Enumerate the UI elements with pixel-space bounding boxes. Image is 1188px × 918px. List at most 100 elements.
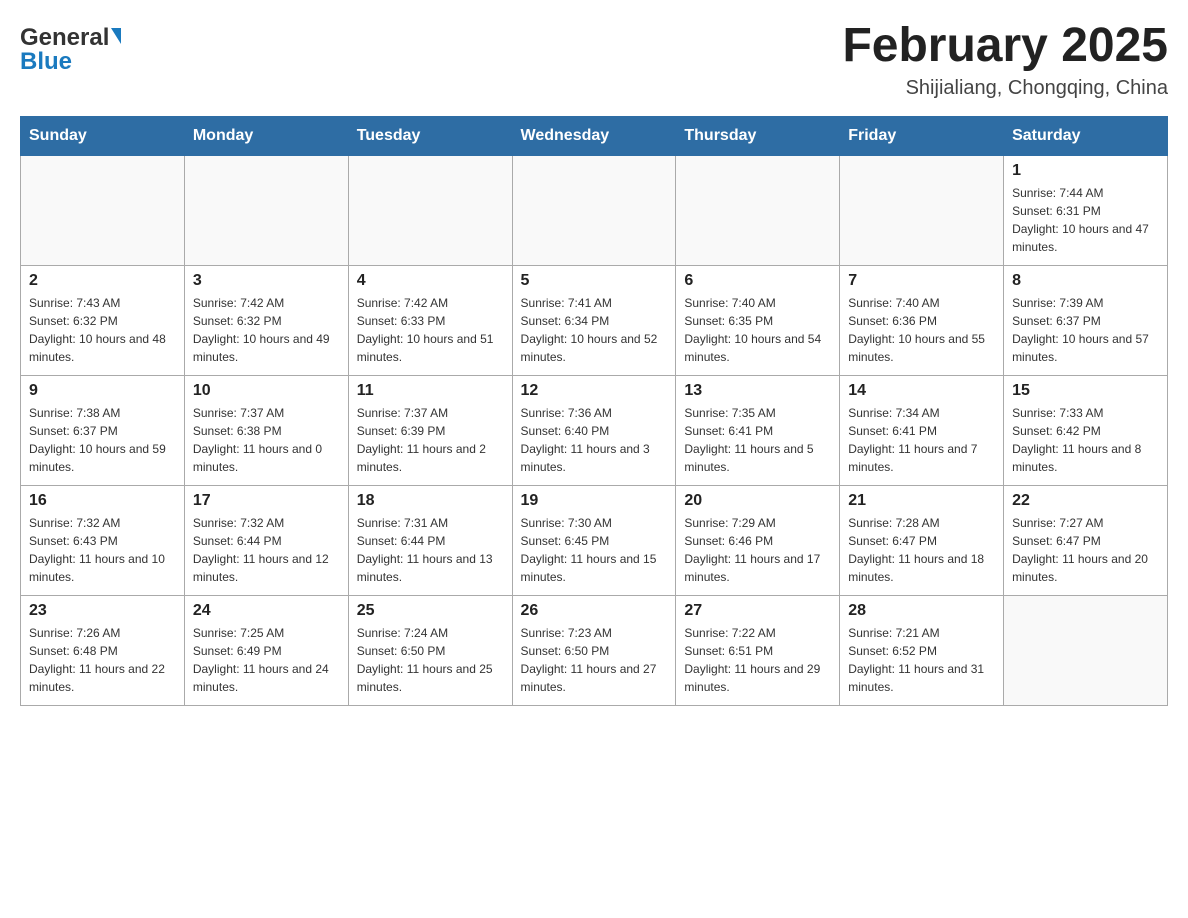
table-row: 15 Sunrise: 7:33 AMSunset: 6:42 PMDayligh… [1004, 375, 1168, 485]
table-row: 5 Sunrise: 7:41 AMSunset: 6:34 PMDaylight… [512, 265, 676, 375]
day-info: Sunrise: 7:39 AMSunset: 6:37 PMDaylight:… [1012, 294, 1159, 366]
day-info: Sunrise: 7:25 AMSunset: 6:49 PMDaylight:… [193, 624, 340, 696]
day-number: 22 [1012, 492, 1159, 510]
day-info: Sunrise: 7:35 AMSunset: 6:41 PMDaylight:… [684, 404, 831, 476]
day-number: 10 [193, 382, 340, 400]
day-number: 27 [684, 602, 831, 620]
day-number: 19 [521, 492, 668, 510]
day-info: Sunrise: 7:43 AMSunset: 6:32 PMDaylight:… [29, 294, 176, 366]
day-number: 3 [193, 272, 340, 290]
calendar-week-row: 9 Sunrise: 7:38 AMSunset: 6:37 PMDaylight… [21, 375, 1168, 485]
day-info: Sunrise: 7:40 AMSunset: 6:36 PMDaylight:… [848, 294, 995, 366]
calendar-week-row: 2 Sunrise: 7:43 AMSunset: 6:32 PMDaylight… [21, 265, 1168, 375]
title-block: February 2025 Shijialiang, Chongqing, Ch… [842, 20, 1168, 100]
day-info: Sunrise: 7:24 AMSunset: 6:50 PMDaylight:… [357, 624, 504, 696]
day-info: Sunrise: 7:38 AMSunset: 6:37 PMDaylight:… [29, 404, 176, 476]
table-row [840, 155, 1004, 265]
day-info: Sunrise: 7:32 AMSunset: 6:44 PMDaylight:… [193, 514, 340, 586]
weekday-header-row: Sunday Monday Tuesday Wednesday Thursday… [21, 116, 1168, 155]
table-row: 2 Sunrise: 7:43 AMSunset: 6:32 PMDaylight… [21, 265, 185, 375]
day-number: 4 [357, 272, 504, 290]
table-row: 24 Sunrise: 7:25 AMSunset: 6:49 PMDayligh… [184, 595, 348, 705]
calendar-week-row: 16 Sunrise: 7:32 AMSunset: 6:43 PMDayligh… [21, 485, 1168, 595]
table-row: 9 Sunrise: 7:38 AMSunset: 6:37 PMDaylight… [21, 375, 185, 485]
day-info: Sunrise: 7:42 AMSunset: 6:33 PMDaylight:… [357, 294, 504, 366]
page-header: General Blue February 2025 Shijialiang, … [20, 20, 1168, 100]
day-number: 2 [29, 272, 176, 290]
day-info: Sunrise: 7:31 AMSunset: 6:44 PMDaylight:… [357, 514, 504, 586]
table-row [1004, 595, 1168, 705]
table-row: 6 Sunrise: 7:40 AMSunset: 6:35 PMDaylight… [676, 265, 840, 375]
day-number: 20 [684, 492, 831, 510]
table-row: 25 Sunrise: 7:24 AMSunset: 6:50 PMDayligh… [348, 595, 512, 705]
table-row: 18 Sunrise: 7:31 AMSunset: 6:44 PMDayligh… [348, 485, 512, 595]
table-row: 1Sunrise: 7:44 AMSunset: 6:31 PMDaylight… [1004, 155, 1168, 265]
day-info: Sunrise: 7:41 AMSunset: 6:34 PMDaylight:… [521, 294, 668, 366]
table-row: 10Sunrise: 7:37 AMSunset: 6:38 PMDayligh… [184, 375, 348, 485]
header-wednesday: Wednesday [512, 116, 676, 155]
table-row: 23 Sunrise: 7:26 AMSunset: 6:48 PMDayligh… [21, 595, 185, 705]
day-number: 23 [29, 602, 176, 620]
day-number: 26 [521, 602, 668, 620]
day-info: Sunrise: 7:27 AMSunset: 6:47 PMDaylight:… [1012, 514, 1159, 586]
header-saturday: Saturday [1004, 116, 1168, 155]
day-info: Sunrise: 7:33 AMSunset: 6:42 PMDaylight:… [1012, 404, 1159, 476]
logo-blue-text: Blue [20, 48, 72, 76]
table-row: 13 Sunrise: 7:35 AMSunset: 6:41 PMDayligh… [676, 375, 840, 485]
day-number: 6 [684, 272, 831, 290]
header-friday: Friday [840, 116, 1004, 155]
day-info: Sunrise: 7:34 AMSunset: 6:41 PMDaylight:… [848, 404, 995, 476]
calendar-title: February 2025 [842, 20, 1168, 73]
table-row: 27 Sunrise: 7:22 AMSunset: 6:51 PMDayligh… [676, 595, 840, 705]
day-number: 11 [357, 382, 504, 400]
table-row: 14 Sunrise: 7:34 AMSunset: 6:41 PMDayligh… [840, 375, 1004, 485]
day-number: 13 [684, 382, 831, 400]
day-number: 25 [357, 602, 504, 620]
header-sunday: Sunday [21, 116, 185, 155]
calendar-subtitle: Shijialiang, Chongqing, China [842, 77, 1168, 100]
day-number: 14 [848, 382, 995, 400]
day-info: Sunrise: 7:22 AMSunset: 6:51 PMDaylight:… [684, 624, 831, 696]
day-info: Sunrise: 7:37 AMSunset: 6:39 PMDaylight:… [357, 404, 504, 476]
day-info: Sunrise: 7:29 AMSunset: 6:46 PMDaylight:… [684, 514, 831, 586]
day-number: 9 [29, 382, 176, 400]
logo: General Blue [20, 20, 121, 76]
day-info: Sunrise: 7:42 AMSunset: 6:32 PMDaylight:… [193, 294, 340, 366]
day-info: Sunrise: 7:40 AMSunset: 6:35 PMDaylight:… [684, 294, 831, 366]
table-row: 26Sunrise: 7:23 AMSunset: 6:50 PMDayligh… [512, 595, 676, 705]
day-number: 18 [357, 492, 504, 510]
table-row [184, 155, 348, 265]
day-info: Sunrise: 7:30 AMSunset: 6:45 PMDaylight:… [521, 514, 668, 586]
day-number: 24 [193, 602, 340, 620]
day-number: 12 [521, 382, 668, 400]
table-row: 8Sunrise: 7:39 AMSunset: 6:37 PMDaylight… [1004, 265, 1168, 375]
day-number: 28 [848, 602, 995, 620]
table-row: 3 Sunrise: 7:42 AMSunset: 6:32 PMDaylight… [184, 265, 348, 375]
calendar-week-row: 1Sunrise: 7:44 AMSunset: 6:31 PMDaylight… [21, 155, 1168, 265]
table-row: 22 Sunrise: 7:27 AMSunset: 6:47 PMDayligh… [1004, 485, 1168, 595]
header-tuesday: Tuesday [348, 116, 512, 155]
table-row: 19 Sunrise: 7:30 AMSunset: 6:45 PMDayligh… [512, 485, 676, 595]
day-info: Sunrise: 7:44 AMSunset: 6:31 PMDaylight:… [1012, 184, 1159, 256]
logo-arrow-icon [111, 28, 121, 44]
table-row: 17 Sunrise: 7:32 AMSunset: 6:44 PMDayligh… [184, 485, 348, 595]
header-monday: Monday [184, 116, 348, 155]
table-row: 7Sunrise: 7:40 AMSunset: 6:36 PMDaylight… [840, 265, 1004, 375]
table-row [676, 155, 840, 265]
day-number: 16 [29, 492, 176, 510]
day-number: 17 [193, 492, 340, 510]
table-row: 16 Sunrise: 7:32 AMSunset: 6:43 PMDayligh… [21, 485, 185, 595]
header-thursday: Thursday [676, 116, 840, 155]
table-row [21, 155, 185, 265]
table-row: 4 Sunrise: 7:42 AMSunset: 6:33 PMDaylight… [348, 265, 512, 375]
table-row: 21Sunrise: 7:28 AMSunset: 6:47 PMDayligh… [840, 485, 1004, 595]
day-number: 5 [521, 272, 668, 290]
table-row: 28Sunrise: 7:21 AMSunset: 6:52 PMDayligh… [840, 595, 1004, 705]
day-number: 15 [1012, 382, 1159, 400]
table-row [348, 155, 512, 265]
day-info: Sunrise: 7:32 AMSunset: 6:43 PMDaylight:… [29, 514, 176, 586]
day-info: Sunrise: 7:26 AMSunset: 6:48 PMDaylight:… [29, 624, 176, 696]
table-row: 20 Sunrise: 7:29 AMSunset: 6:46 PMDayligh… [676, 485, 840, 595]
table-row [512, 155, 676, 265]
calendar-table: Sunday Monday Tuesday Wednesday Thursday… [20, 116, 1168, 706]
